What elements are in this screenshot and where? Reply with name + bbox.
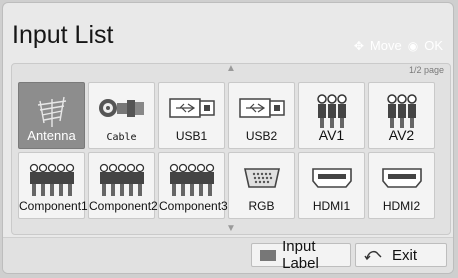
navigation-hint: ✥ Move ◉ OK bbox=[354, 38, 443, 53]
scroll-up-icon[interactable]: ▲ bbox=[226, 64, 236, 74]
input-list-window: Input List ✥ Move ◉ OK ▲ 1/2 page Antenn… bbox=[2, 2, 454, 274]
scroll-down-icon[interactable]: ▼ bbox=[226, 224, 236, 234]
usb-icon bbox=[238, 98, 285, 118]
input-tile-component2[interactable]: Component2 bbox=[88, 152, 158, 219]
page-indicator: 1/2 page bbox=[408, 65, 444, 75]
input-tile-label: Antenna bbox=[27, 128, 76, 143]
usb-icon bbox=[168, 98, 215, 118]
component-rca-icon bbox=[29, 163, 74, 196]
ok-circle-icon: ◉ bbox=[407, 38, 419, 53]
page-title: Input List bbox=[12, 21, 114, 49]
input-tile-label: Component2 bbox=[89, 199, 158, 213]
input-tile-label: HDMI1 bbox=[312, 199, 351, 213]
input-tile-label: AV1 bbox=[318, 127, 345, 143]
input-tile-hdmi2[interactable]: HDMI2 bbox=[368, 152, 435, 219]
input-grid: Antenna Cable USB1 USB2 AV1 AV2 Componen… bbox=[18, 82, 435, 219]
input-tile-label: USB1 bbox=[175, 129, 208, 143]
input-tile-label: Component3 bbox=[159, 199, 228, 213]
input-tile-label: AV2 bbox=[388, 127, 415, 143]
input-grid-panel: ▲ 1/2 page Antenna Cable USB1 USB2 AV1 A… bbox=[11, 63, 451, 235]
input-tile-label: RGB bbox=[248, 199, 275, 213]
back-arrow-icon bbox=[364, 250, 382, 261]
move-hint-label: Move bbox=[369, 38, 402, 53]
input-tile-av1[interactable]: AV1 bbox=[298, 82, 365, 149]
rgb-vga-icon bbox=[243, 168, 280, 188]
antenna-icon bbox=[37, 96, 66, 127]
input-tile-usb1[interactable]: USB1 bbox=[158, 82, 225, 149]
input-tile-label: Component1 bbox=[19, 199, 88, 213]
input-tile-label: USB2 bbox=[245, 129, 278, 143]
ok-hint-label: OK bbox=[424, 38, 443, 53]
exit-button[interactable]: Exit bbox=[355, 243, 447, 267]
input-tile-component3[interactable]: Component3 bbox=[158, 152, 228, 219]
cable-connector-icon bbox=[98, 99, 144, 117]
input-tile-antenna[interactable]: Antenna bbox=[18, 82, 85, 149]
component-rca-icon bbox=[169, 163, 214, 196]
gray-key-icon bbox=[260, 249, 277, 261]
dpad-arrows-icon: ✥ bbox=[353, 38, 364, 53]
exit-button-text: Exit bbox=[392, 246, 418, 264]
input-tile-label: HDMI2 bbox=[382, 199, 421, 213]
component-rca-icon bbox=[99, 163, 144, 196]
input-tile-cable[interactable]: Cable bbox=[88, 82, 155, 149]
input-tile-label: Cable bbox=[106, 132, 137, 143]
input-tile-rgb[interactable]: RGB bbox=[228, 152, 295, 219]
input-label-button-text: Input Label bbox=[282, 238, 319, 272]
hdmi-icon bbox=[311, 168, 352, 188]
input-label-button[interactable]: Input Label bbox=[251, 238, 351, 272]
input-tile-component1[interactable]: Component1 bbox=[18, 152, 88, 219]
input-tile-usb2[interactable]: USB2 bbox=[228, 82, 295, 149]
bottom-bar: Input Label Exit bbox=[3, 237, 453, 273]
input-tile-av2[interactable]: AV2 bbox=[368, 82, 435, 149]
hdmi-icon bbox=[381, 168, 422, 188]
input-tile-hdmi1[interactable]: HDMI1 bbox=[298, 152, 365, 219]
